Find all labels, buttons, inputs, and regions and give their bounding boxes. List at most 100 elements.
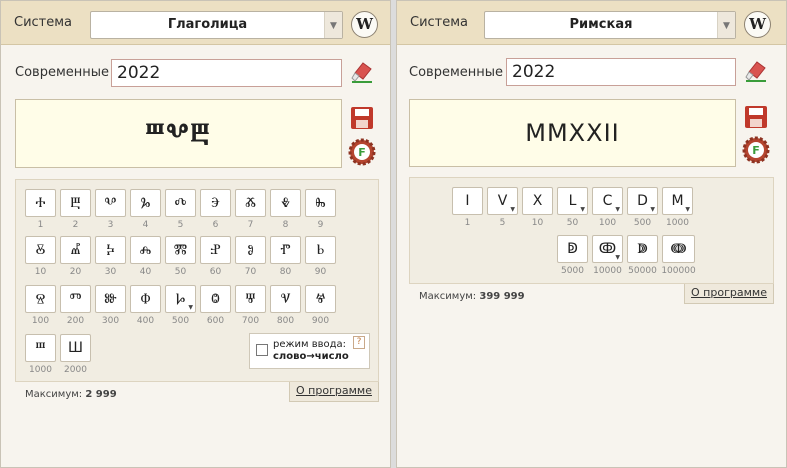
font-icon[interactable]: F xyxy=(742,136,770,164)
digit-value: 5000 xyxy=(561,266,584,276)
digit-key-with-menu[interactable]: L ▼ xyxy=(557,187,588,215)
digit-key[interactable]: Ⰲ xyxy=(95,189,126,217)
digit-key[interactable]: Ⱌ xyxy=(270,285,301,313)
digit-key[interactable]: Ⰼ xyxy=(60,236,91,264)
wikipedia-button[interactable]: W xyxy=(744,11,771,38)
max-label: Максимум: 399 999 xyxy=(419,291,525,302)
modern-label: Современные xyxy=(15,65,110,80)
digit-key[interactable]: Ⱆ xyxy=(95,285,126,313)
digit-value: 70 xyxy=(244,267,257,277)
digit-key[interactable]: Ⱃ xyxy=(305,236,336,264)
digit-key[interactable]: ↇ xyxy=(627,235,658,263)
digit-key-with-menu[interactable]: M ▼ xyxy=(662,187,693,215)
digit-value: 600 xyxy=(206,316,225,326)
digit-value: 50 xyxy=(566,218,579,228)
digit-key[interactable]: ↈ xyxy=(662,235,695,263)
font-icon[interactable]: F xyxy=(348,138,376,166)
digit-value: 6 xyxy=(212,220,219,230)
digit-key[interactable]: Ⰴ xyxy=(165,189,196,217)
key-glyph: Ⱈ xyxy=(175,291,186,307)
digit-key-with-menu[interactable]: V ▼ xyxy=(487,187,518,215)
digit-value: 100 xyxy=(598,218,617,228)
modern-number-input[interactable]: 2022 xyxy=(111,59,342,87)
digit-key[interactable]: Ⰱ xyxy=(60,189,91,217)
about-link[interactable]: О программе xyxy=(684,284,774,304)
wikipedia-icon: W xyxy=(749,15,766,33)
digit-value: 5 xyxy=(499,218,506,228)
digit-key[interactable]: Ⱁ xyxy=(235,236,266,264)
digit-value: 5 xyxy=(177,220,184,230)
digit-key[interactable]: Ⰵ xyxy=(200,189,231,217)
digit-value: 800 xyxy=(276,316,295,326)
digit-value: 7 xyxy=(247,220,254,230)
font-icon-letter: F xyxy=(358,146,366,159)
help-icon[interactable]: ? xyxy=(353,336,365,349)
digit-key[interactable]: Ⱀ xyxy=(200,236,231,264)
digit-value: 400 xyxy=(136,316,155,326)
digit-key[interactable]: Ⱉ xyxy=(200,285,231,313)
digit-value: 1000 xyxy=(29,365,52,375)
modern-label: Современные xyxy=(409,65,504,80)
result-display: MMXXII xyxy=(409,99,736,167)
triangle-down-icon: ▼ xyxy=(188,304,193,311)
triangle-down-icon: ▼ xyxy=(615,206,620,213)
system-select[interactable]: Глаголица ▼ xyxy=(90,11,343,39)
digit-key[interactable]: Ш xyxy=(60,334,91,362)
wikipedia-button[interactable]: W xyxy=(351,11,378,38)
digit-value: 30 xyxy=(104,267,117,277)
input-mode-checkbox[interactable] xyxy=(256,344,268,356)
digit-value: 3 xyxy=(107,220,114,230)
digit-key[interactable]: Ⱍ xyxy=(305,285,336,313)
glagolitic-keypad: Ⰰ Ⰱ Ⰲ Ⰳ Ⰴ Ⰵ Ⰶ Ⰷ Ⰸ 1 2 3 4 5 6 7 8 9 Ⰻ Ⰼ … xyxy=(15,179,379,382)
digit-key-with-menu[interactable]: D ▼ xyxy=(627,187,658,215)
digit-key[interactable]: I xyxy=(452,187,483,215)
digit-key[interactable]: Ⰷ xyxy=(270,189,301,217)
save-icon[interactable] xyxy=(744,105,768,129)
font-icon-letter: F xyxy=(752,144,760,157)
digit-value: 10 xyxy=(34,267,47,277)
input-mode-label: режим ввода: xyxy=(273,339,347,350)
key-glyph: D xyxy=(637,193,648,209)
system-select[interactable]: Римская ▼ xyxy=(484,11,736,39)
digit-key[interactable]: Ⰸ xyxy=(305,189,336,217)
chevron-down-icon[interactable]: ▼ xyxy=(717,12,735,38)
eraser-icon[interactable] xyxy=(744,59,768,83)
digit-key-with-menu[interactable]: ↂ ▼ xyxy=(592,235,623,263)
digit-key[interactable]: Ⰾ xyxy=(130,236,161,264)
digit-key-with-menu[interactable]: Ⱈ ▼ xyxy=(165,285,196,313)
triangle-down-icon: ▼ xyxy=(615,254,620,261)
digit-key-with-menu[interactable]: C ▼ xyxy=(592,187,623,215)
digit-key[interactable]: Ⱋ xyxy=(235,285,266,313)
digit-key[interactable]: Ⰰ xyxy=(25,189,56,217)
digit-value: 100 xyxy=(31,316,50,326)
digit-value: 50 xyxy=(174,267,187,277)
save-icon[interactable] xyxy=(350,106,374,130)
digit-value: 100000 xyxy=(661,266,696,276)
digit-key[interactable]: Ⰶ xyxy=(235,189,266,217)
chevron-down-icon[interactable]: ▼ xyxy=(324,12,342,38)
max-label: Максимум: 2 999 xyxy=(25,389,117,400)
digit-key[interactable]: Ⰳ xyxy=(130,189,161,217)
digit-key[interactable]: Ⰽ xyxy=(95,236,126,264)
digit-key[interactable]: Ⱇ xyxy=(130,285,161,313)
roman-panel: Система Римская ▼ W Современные 2022 MMX… xyxy=(396,0,787,468)
digit-key[interactable]: X xyxy=(522,187,553,215)
digit-key[interactable]: Ⱄ xyxy=(25,285,56,313)
digit-key[interactable]: Ⰻ xyxy=(25,236,56,264)
result-text: ⰞⰂⰁ xyxy=(145,118,212,148)
digit-key[interactable]: Ⰿ xyxy=(165,236,196,264)
system-select-value: Римская xyxy=(569,17,633,32)
about-link[interactable]: О программе xyxy=(289,382,379,402)
system-label: Система xyxy=(410,15,469,30)
digit-value: 1 xyxy=(464,218,471,228)
digit-key[interactable]: Ⱅ xyxy=(60,285,91,313)
digit-value: 900 xyxy=(311,316,330,326)
digit-key[interactable]: ↁ xyxy=(557,235,588,263)
digit-value: 10 xyxy=(531,218,544,228)
eraser-icon[interactable] xyxy=(350,60,374,84)
roman-keypad: I V ▼ X L ▼ C ▼ D ▼ M ▼ 1 5 10 50 100 500 100… xyxy=(409,177,774,284)
modern-number-input[interactable]: 2022 xyxy=(506,58,736,86)
digit-key[interactable]: Ⱎ xyxy=(25,334,56,362)
digit-value: 90 xyxy=(314,267,327,277)
digit-key[interactable]: Ⱂ xyxy=(270,236,301,264)
